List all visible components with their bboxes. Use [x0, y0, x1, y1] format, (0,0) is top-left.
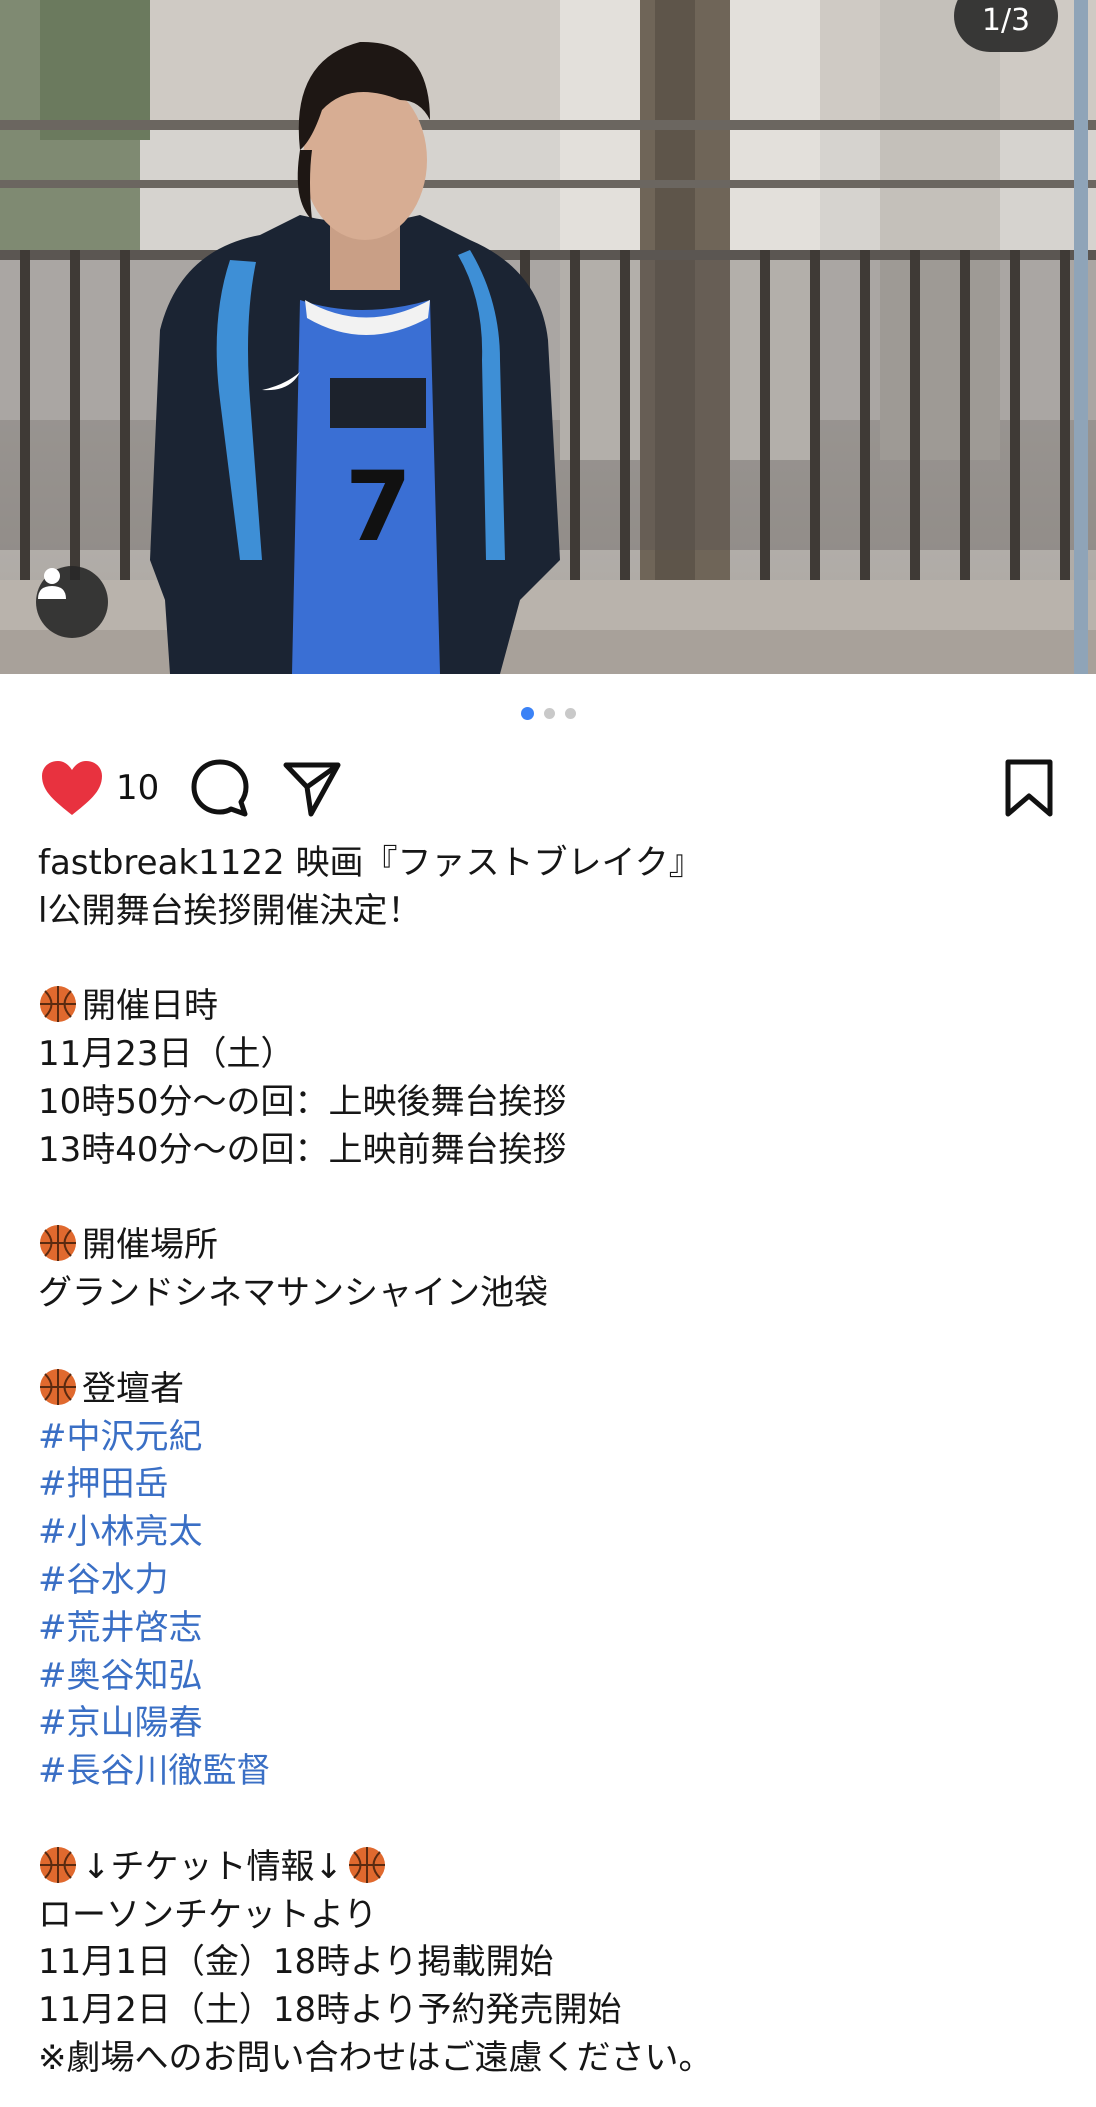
section-venue-title: 開催場所 [82, 1225, 218, 1266]
basketball-icon [40, 1846, 76, 1883]
image-counter-badge: 1/3 [954, 0, 1058, 52]
photo-illustration: 7 [0, 0, 1096, 674]
basketball-icon [348, 1846, 385, 1883]
ticket-info-1: 11月1日（金）18時より掲載開始 [38, 1942, 554, 1983]
person-icon [38, 568, 66, 599]
hashtag-link[interactable]: #奥谷知弘 [38, 1656, 203, 1696]
hashtag-link[interactable]: #谷水力 [38, 1560, 169, 1600]
username-link[interactable]: fastbreak1122 [38, 843, 285, 883]
ticket-info-2: 11月2日（土）18時より予約発売開始 [38, 1990, 622, 2031]
ticket-heading: ↓チケット情報↓ [38, 1844, 1058, 1892]
event-date: 11月23日（土） [38, 1034, 295, 1075]
ticket-source: ローソンチケットより [38, 1894, 378, 1935]
hashtag-link[interactable]: #長谷川徹監督 [38, 1751, 271, 1791]
hashtag-link[interactable]: #京山陽春 [38, 1703, 203, 1743]
basketball-icon [40, 1225, 76, 1262]
comment-button[interactable] [189, 757, 251, 819]
basketball-icon [40, 986, 76, 1023]
like-button[interactable]: 10 [40, 759, 189, 817]
share-button[interactable] [281, 757, 343, 819]
hashtag-link[interactable]: #荒井啓志 [38, 1608, 203, 1648]
caption-line: l公開舞台挨拶開催決定！ [38, 890, 422, 931]
post-caption: fastbreak1122 映画『ファストブレイク』 l公開舞台挨拶開催決定！ … [38, 840, 1058, 2083]
heart-icon [42, 761, 102, 815]
hashtag-link[interactable]: #中沢元紀 [38, 1417, 203, 1457]
basketball-icon [40, 1368, 76, 1405]
carousel-dot-3[interactable] [564, 708, 576, 719]
image-counter-text: 1/3 [981, 3, 1031, 38]
section-date-heading: 開催日時 [38, 983, 1058, 1031]
event-time-1: 10時50分〜の回：上映後舞台挨拶 [38, 1081, 567, 1122]
hashtag-link[interactable]: #押田岳 [38, 1464, 169, 1504]
carousel-dots [0, 707, 1096, 720]
share-icon [283, 762, 341, 817]
venue-name: グランドシネマサンシャイン池袋 [38, 1273, 548, 1314]
section-cast-heading: 登壇者 [38, 1366, 1058, 1414]
bookmark-icon [1005, 759, 1053, 817]
notice-text: ※劇場へのお問い合わせはご遠慮ください。 [38, 2037, 713, 2078]
comment-icon [191, 759, 249, 817]
caption-line: fastbreak1122 映画『ファストブレイク』 [38, 840, 1058, 888]
svg-text:7: 7 [345, 451, 412, 563]
hashtag-link[interactable]: #小林亮太 [38, 1512, 203, 1552]
like-count: 10 [116, 768, 160, 808]
tagged-user-button[interactable] [36, 566, 108, 638]
section-cast-title: 登壇者 [82, 1368, 184, 1409]
carousel-dot-2[interactable] [543, 708, 555, 719]
section-date-title: 開催日時 [82, 986, 218, 1027]
event-time-2: 13時40分〜の回：上映前舞台挨拶 [38, 1129, 567, 1170]
bookmark-button[interactable] [1002, 758, 1056, 818]
caption-title: 映画『ファストブレイク』 [284, 843, 703, 883]
carousel-dot-1[interactable] [520, 707, 534, 720]
post-photo[interactable]: 7 1/3 [0, 0, 1096, 674]
section-venue-heading: 開催場所 [38, 1222, 1058, 1270]
action-bar: 10 [40, 752, 1056, 824]
ticket-title: ↓チケット情報↓ [82, 1846, 343, 1887]
